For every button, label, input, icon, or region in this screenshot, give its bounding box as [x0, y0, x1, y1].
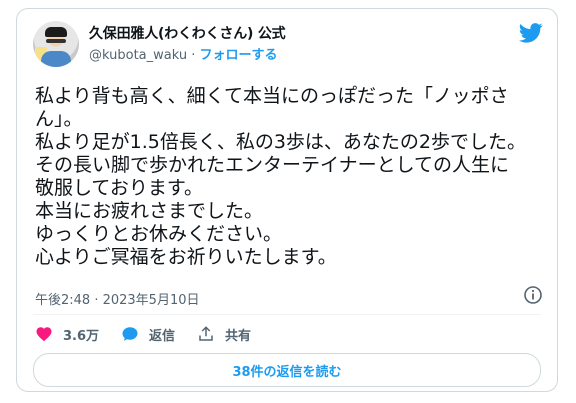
tweet-line: その長い脚で歩かれたエンターテイナーとしての人生に: [35, 154, 510, 176]
tweet-line: 本当にお疲れさまでした。: [35, 200, 264, 222]
tweet-line: 心よりご冥福をお祈りいたします。: [35, 246, 337, 268]
tweet-card: 久保田雅人(わくわくさん) 公式 @kubota_waku · フォローする 私…: [16, 8, 558, 392]
twitter-bird-icon[interactable]: [519, 23, 543, 43]
read-replies-button[interactable]: 38件の返信を読む: [33, 353, 541, 387]
share-button[interactable]: 共有: [197, 325, 251, 344]
like-count: 3.6万: [63, 328, 100, 344]
tweet-line: ん」。: [35, 108, 83, 130]
share-icon: [199, 326, 213, 341]
info-icon[interactable]: [523, 285, 543, 305]
heart-icon: [36, 327, 52, 342]
tweet-timestamp[interactable]: 午後2:48 · 2023年5月10日: [35, 289, 200, 308]
author-handle-row: @kubota_waku · フォローする: [89, 44, 278, 63]
follow-button[interactable]: フォローする: [200, 48, 278, 63]
author-display-name[interactable]: 久保田雅人(わくわくさん) 公式: [89, 23, 286, 43]
tweet-line: 私より足が1.5倍長く、私の3歩は、あなたの2歩でした。: [35, 131, 527, 153]
tweet-line: 敬服しております。: [35, 177, 203, 199]
like-button[interactable]: 3.6万: [35, 325, 99, 344]
tweet-text: 私より背も高く、細くて本当にのっぽだった「ノッポさ ん」。 私より足が1.5倍長…: [35, 85, 547, 269]
reply-button[interactable]: 返信: [121, 325, 175, 344]
speech-bubble-icon: [122, 327, 138, 341]
author-avatar[interactable]: [33, 21, 79, 67]
tweet-line: ゆっくりとお休みください。: [35, 223, 283, 245]
tweet-line: 私より背も高く、細くて本当にのっぽだった「ノッポさ: [35, 85, 509, 107]
author-handle[interactable]: @kubota_waku: [89, 48, 187, 63]
reply-label: 返信: [149, 328, 176, 344]
divider: [33, 314, 541, 315]
handle-separator: ·: [187, 48, 200, 63]
share-label: 共有: [225, 328, 252, 344]
tweet-actions: 3.6万 返信 共有: [35, 321, 273, 347]
